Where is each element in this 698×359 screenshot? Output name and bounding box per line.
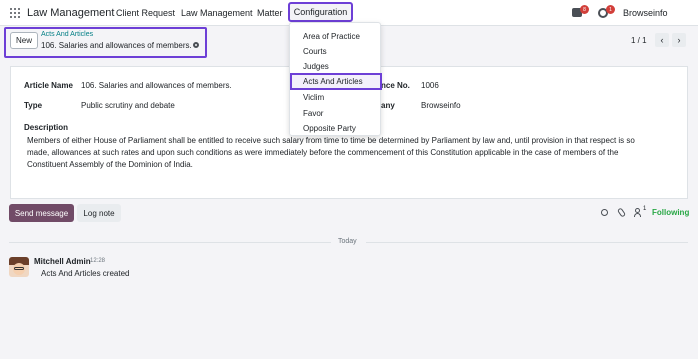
dropdown-item-area-of-practice[interactable]: Area of Practice bbox=[290, 29, 382, 44]
dropdown-item-acts-and-articles[interactable]: Acts And Articles bbox=[290, 74, 382, 89]
app-title[interactable]: Law Management bbox=[27, 7, 114, 19]
breadcrumb-current: 106. Salaries and allowances of members. bbox=[41, 41, 192, 50]
reference-no-label: nce No. bbox=[381, 81, 410, 90]
menu-client-request[interactable]: Client Request bbox=[116, 8, 175, 18]
message-author[interactable]: Mitchell Admin bbox=[34, 257, 91, 266]
follower-count: 1 bbox=[643, 206, 647, 212]
menu-law-management[interactable]: Law Management bbox=[181, 8, 253, 18]
description-field[interactable]: Members of either House of Parliament sh… bbox=[27, 135, 672, 171]
send-message-button[interactable]: Send message bbox=[9, 204, 74, 222]
menu-matter[interactable]: Matter bbox=[257, 8, 283, 18]
avatar bbox=[9, 257, 29, 277]
company-switcher[interactable]: Browseinfo bbox=[623, 8, 668, 18]
description-line-1: Members of either House of Parliament sh… bbox=[27, 136, 291, 145]
configuration-dropdown: Area of Practice Courts Judges Acts And … bbox=[289, 22, 382, 136]
description-line-2: made, allowances at such rates and upon … bbox=[27, 148, 619, 157]
dropdown-item-judges[interactable]: Judges bbox=[290, 59, 382, 74]
date-separator: Today bbox=[338, 238, 357, 245]
message-time: 12:28 bbox=[90, 258, 106, 264]
menu-configuration[interactable]: Configuration bbox=[288, 2, 353, 22]
type-field[interactable]: Public scrutiny and debate bbox=[81, 101, 175, 110]
apps-grid-icon[interactable] bbox=[10, 8, 20, 18]
breadcrumb-parent-link[interactable]: Acts And Articles bbox=[41, 31, 93, 38]
followers-icon[interactable] bbox=[634, 208, 641, 217]
reference-no-field[interactable]: 1006 bbox=[421, 81, 439, 90]
date-divider-right bbox=[366, 242, 688, 243]
description-label: Description bbox=[24, 123, 69, 132]
article-name-label: Article Name bbox=[24, 81, 73, 90]
gear-icon[interactable] bbox=[193, 42, 199, 48]
activity-count-badge: 1 bbox=[606, 5, 615, 14]
dropdown-item-courts[interactable]: Courts bbox=[290, 44, 382, 59]
new-button[interactable]: New bbox=[10, 32, 38, 49]
attachment-icon[interactable] bbox=[616, 207, 627, 218]
description-line-3: Constituent Assembly of the Dominion of … bbox=[27, 160, 193, 169]
dropdown-item-opposite-party[interactable]: Opposite Party bbox=[290, 121, 382, 136]
pager-value: 1 / 1 bbox=[631, 36, 647, 45]
message-body: Acts And Articles created bbox=[41, 269, 130, 278]
company-label: any bbox=[381, 101, 395, 110]
date-divider-left bbox=[9, 242, 331, 243]
type-label: Type bbox=[24, 101, 43, 110]
chat-count-badge: 8 bbox=[580, 5, 589, 14]
pager-next-button[interactable]: › bbox=[672, 33, 686, 47]
search-icon[interactable] bbox=[601, 209, 608, 216]
description-line-1-tail: lary from time to time be determined by … bbox=[290, 136, 635, 145]
article-name-field[interactable]: 106. Salaries and allowances of members. bbox=[81, 81, 232, 90]
log-note-button[interactable]: Log note bbox=[77, 204, 121, 222]
dropdown-item-favor[interactable]: Favor bbox=[290, 106, 382, 121]
company-field[interactable]: Browseinfo bbox=[421, 101, 461, 110]
pager-previous-button[interactable]: ‹ bbox=[655, 33, 669, 47]
dropdown-item-viclim[interactable]: Viclim bbox=[290, 90, 382, 105]
following-button[interactable]: Following bbox=[652, 208, 689, 217]
